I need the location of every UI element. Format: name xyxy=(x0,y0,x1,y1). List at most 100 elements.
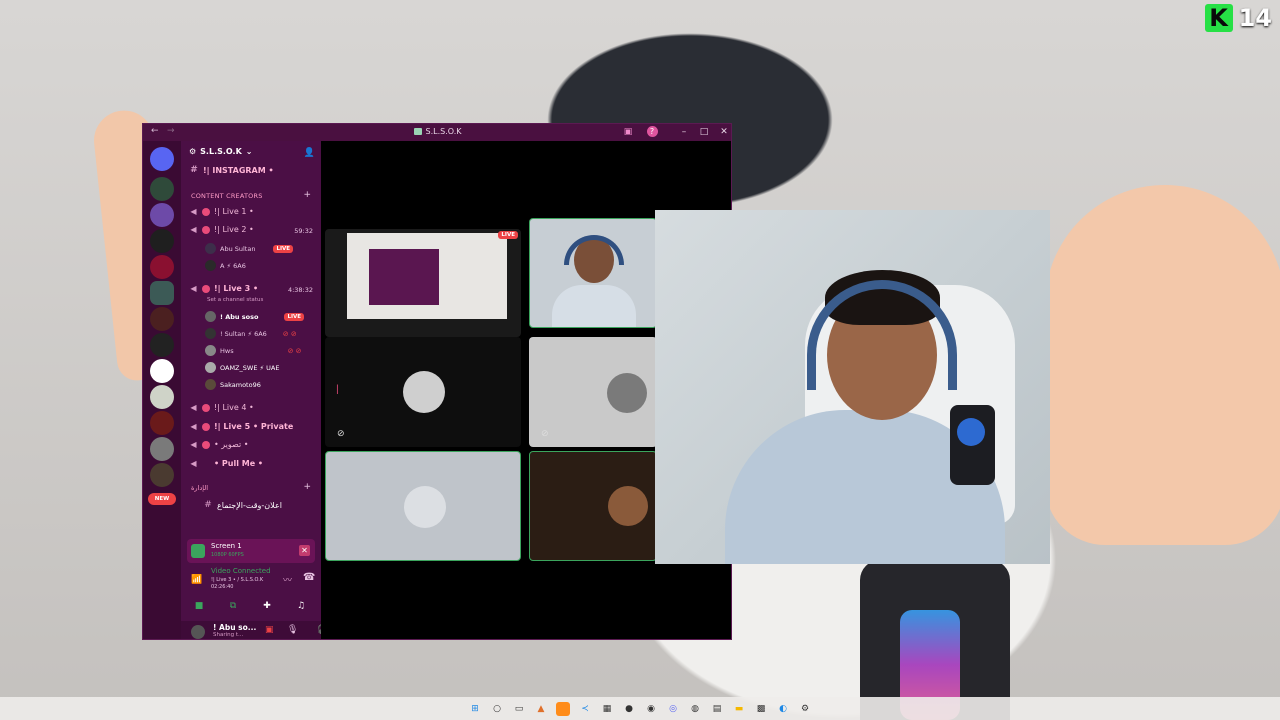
screen-share-title: Screen 1 xyxy=(211,542,242,550)
add-member-icon[interactable]: 👤 xyxy=(304,148,315,158)
app-icon-3[interactable]: ▦ xyxy=(600,702,614,716)
channel-sidebar: ⚙ S.L.S.O.K ⌄ 👤 # !| INSTAGRAM • CONTENT… xyxy=(181,141,359,639)
voice-channel-live-4[interactable]: ◀ !| Live 4 • xyxy=(189,403,253,412)
server-icon-8[interactable] xyxy=(150,385,174,409)
voice-status-title[interactable]: Video Connected xyxy=(211,567,271,575)
live-badge: LIVE xyxy=(498,231,518,239)
voice-user[interactable]: ! Abu soso LIVE xyxy=(205,311,305,322)
camera-tile-2[interactable]: ⊘ ▏ xyxy=(325,337,521,447)
screen-share-icon xyxy=(191,544,205,558)
discord-taskbar-icon[interactable]: ◎ xyxy=(666,702,680,716)
server-icon-2[interactable] xyxy=(150,203,174,227)
channel-instagram[interactable]: # !| INSTAGRAM • xyxy=(189,165,273,175)
help-icon[interactable]: ? xyxy=(645,125,659,139)
file-explorer-icon[interactable]: ▬ xyxy=(732,702,746,716)
server-icon-3[interactable] xyxy=(150,229,174,253)
steam-icon[interactable]: ◍ xyxy=(688,702,702,716)
server-icon-6[interactable] xyxy=(150,333,174,357)
screen-share-panel[interactable]: Screen 1 1080P 60FPS ✕ xyxy=(187,539,315,563)
category-content-creators[interactable]: CONTENT CREATORS xyxy=(191,192,263,200)
app-icon-6[interactable]: ▤ xyxy=(710,702,724,716)
voice-channel-pull-me[interactable]: ◀ • Pull Me • xyxy=(189,459,263,468)
text-channel-announcement[interactable]: # اعلان-وقت-الإجتماع xyxy=(203,500,282,510)
add-channel-icon[interactable]: + xyxy=(303,190,311,200)
settings-icon[interactable]: ⚙ xyxy=(798,702,812,716)
new-badge[interactable]: NEW xyxy=(148,493,176,505)
server-icon-9[interactable] xyxy=(150,411,174,435)
voice-channel-photo[interactable]: ◀ • تصوير • xyxy=(189,440,248,449)
avatar xyxy=(205,379,216,390)
app-icon-7[interactable]: ▩ xyxy=(754,702,768,716)
camera-tile-1[interactable] xyxy=(529,218,657,328)
speaker-icon: ◀ xyxy=(190,284,197,293)
voice-user[interactable]: Sakamoto96 xyxy=(205,379,261,390)
activities-icon[interactable]: ✚ xyxy=(255,599,279,613)
close-icon[interactable]: ✕ xyxy=(717,125,731,139)
stream-icon[interactable]: ▣ xyxy=(265,625,274,635)
screen-share-button-icon[interactable]: ⧉ xyxy=(221,599,245,613)
live-badge: LIVE xyxy=(273,244,294,253)
muted-icon: ⊘ ⊘ xyxy=(287,346,302,355)
voice-user[interactable]: Abu Sultan LIVE xyxy=(205,243,294,254)
windows-start-icon[interactable]: ⊞ xyxy=(468,702,482,716)
server-header[interactable]: ⚙ S.L.S.O.K ⌄ xyxy=(189,147,252,156)
channel-badge: K 14 xyxy=(1204,4,1272,32)
voice-channel-live-1[interactable]: ◀ !| Live 1 • xyxy=(189,207,253,216)
avatar[interactable] xyxy=(191,625,205,639)
user-name: Hws xyxy=(220,346,234,355)
avatar xyxy=(404,486,446,528)
voice-channel-live-2[interactable]: ◀ !| Live 2 • xyxy=(189,225,253,234)
server-icon-1[interactable] xyxy=(150,177,174,201)
discord-home-icon[interactable] xyxy=(150,147,174,171)
vscode-icon[interactable]: ≺ xyxy=(578,702,592,716)
add-channel-icon[interactable]: + xyxy=(303,482,311,492)
headphones-shape xyxy=(564,235,624,265)
server-icon-11[interactable] xyxy=(150,463,174,487)
search-icon[interactable]: ○ xyxy=(490,702,504,716)
voice-user[interactable]: ! Sultan ⚡ 6A6 ⊘ ⊘ xyxy=(205,328,297,339)
stream-tile-screen[interactable]: LIVE xyxy=(325,229,521,337)
camera-tile-5[interactable] xyxy=(529,451,657,561)
soundboard-icon[interactable]: ♫ xyxy=(289,599,313,613)
server-icon-5[interactable] xyxy=(150,307,174,331)
live-dot-icon xyxy=(202,440,210,449)
server-icon-7[interactable] xyxy=(150,359,174,383)
server-icon-active[interactable] xyxy=(150,281,174,305)
voice-status-elapsed: 02:26:40 xyxy=(211,584,234,590)
app-icon-5[interactable]: ◉ xyxy=(644,702,658,716)
edge-icon[interactable]: ◐ xyxy=(776,702,790,716)
hash-icon: # xyxy=(204,500,212,510)
camera-tile-4[interactable] xyxy=(325,451,521,561)
category-admin[interactable]: الإدارة xyxy=(191,484,208,492)
noise-suppression-icon[interactable]: 〰 xyxy=(283,573,292,586)
microphone-icon[interactable]: 🎙 xyxy=(287,625,298,635)
app-icon-4[interactable]: ● xyxy=(622,702,636,716)
voice-status-channel[interactable]: !| Live 3 • / S.L.S.O.K xyxy=(211,577,263,583)
voice-user[interactable]: A ⚡ 6A6 xyxy=(205,260,246,271)
stop-share-icon[interactable]: ✕ xyxy=(299,545,310,556)
disconnect-icon[interactable]: ☎ xyxy=(303,572,315,583)
taskbar: ⊞ ○ ▭ ▲ ≺ ▦ ● ◉ ◎ ◍ ▤ ▬ ▩ ◐ ⚙ xyxy=(0,697,1280,720)
voice-channel-live-3[interactable]: ◀ !| Live 3 • xyxy=(189,284,258,293)
camera-icon[interactable]: ■ xyxy=(187,599,211,613)
voice-user[interactable]: Hws ⊘ ⊘ xyxy=(205,345,302,356)
server-icon-10[interactable] xyxy=(150,437,174,461)
app-icon-2[interactable] xyxy=(556,701,570,716)
task-view-icon[interactable]: ▭ xyxy=(512,702,526,716)
voice-channel-live-5[interactable]: ◀ !| Live 5 • Private xyxy=(189,422,293,431)
microphone-light xyxy=(957,418,985,446)
live-dot-icon xyxy=(202,207,210,216)
camera-tile-3[interactable]: ⊘ xyxy=(529,337,657,447)
channel-status[interactable]: Set a channel status xyxy=(207,297,263,303)
voice-user[interactable]: OAMZ_SWE ⚡ UAE xyxy=(205,362,279,373)
app-icon-1[interactable]: ▲ xyxy=(534,702,548,716)
server-name: S.L.S.O.K xyxy=(200,147,242,156)
user-panel-name[interactable]: ! Abu so... xyxy=(213,623,256,632)
server-emblem-icon: ⚙ xyxy=(189,147,197,156)
minimize-icon[interactable]: – xyxy=(677,125,691,139)
inbox-icon[interactable]: ▣ xyxy=(621,125,635,139)
chevron-down-icon: ⌄ xyxy=(245,147,253,156)
signal-icon: 📶 xyxy=(191,575,203,585)
server-icon-4[interactable] xyxy=(150,255,174,279)
maximize-icon[interactable]: □ xyxy=(697,125,711,139)
